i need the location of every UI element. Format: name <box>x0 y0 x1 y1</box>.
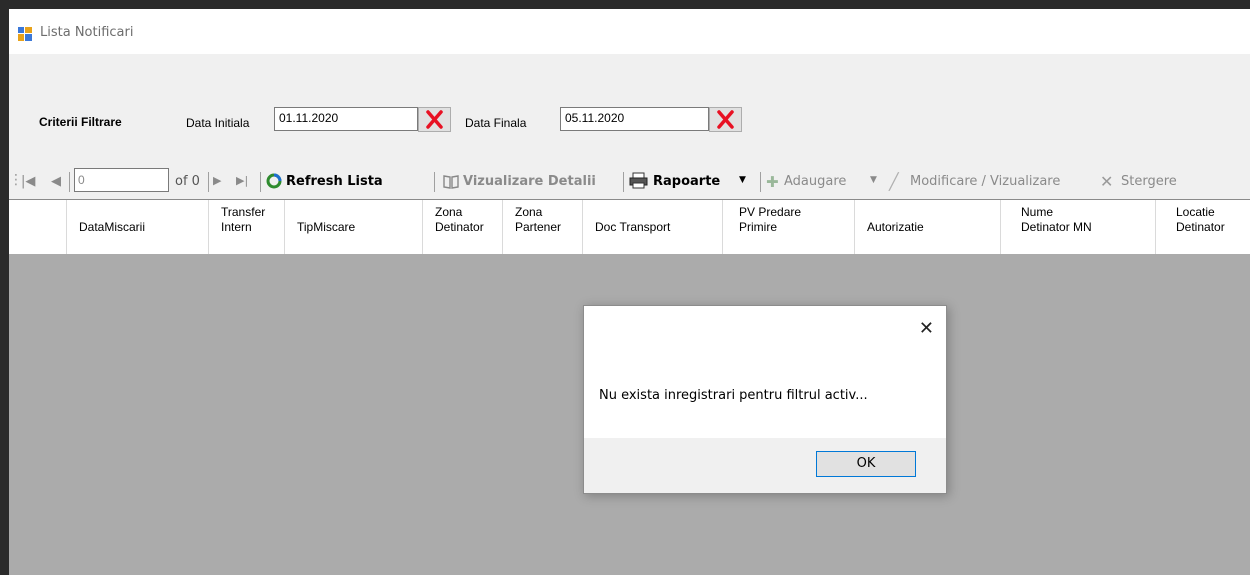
column-header[interactable]: Nume Detinator MN <box>1001 200 1156 254</box>
toolbar-separator <box>434 172 435 192</box>
column-header[interactable]: TipMiscare <box>285 200 423 254</box>
move-next-icon[interactable]: ▶ <box>213 174 221 187</box>
position-input[interactable]: 0 <box>74 168 169 192</box>
clear-start-date-icon <box>426 110 443 129</box>
delete-label: Stergere <box>1121 174 1177 189</box>
column-header[interactable]: Doc Transport <box>583 200 723 254</box>
dialog-message: Nu exista inregistrari pentru filtrul ac… <box>599 388 868 403</box>
title-bar: Lista Notificari <box>9 9 1250 54</box>
toolbar-separator <box>69 172 70 192</box>
column-header[interactable]: Zona Partener <box>503 200 583 254</box>
column-header[interactable]: Zona Detinator <box>423 200 503 254</box>
pencil-icon: ╱ <box>889 172 899 191</box>
clear-end-date-icon <box>717 110 734 129</box>
refresh-button[interactable]: Refresh Lista <box>266 164 431 196</box>
chevron-down-icon: ▼ <box>739 175 746 185</box>
clear-end-date-button[interactable] <box>709 107 742 132</box>
refresh-label: Refresh Lista <box>286 174 383 189</box>
edit-view-label: Modificare / Vizualizare <box>910 174 1061 189</box>
window-title: Lista Notificari <box>40 25 134 40</box>
main-window: Lista Notificari Criterii Filtrare Data … <box>9 9 1250 575</box>
plus-icon: ✚ <box>766 173 779 191</box>
toolbar-separator <box>760 172 761 192</box>
add-label: Adaugare <box>784 174 847 189</box>
start-date-label: Data Initiala <box>186 116 250 130</box>
reports-dropdown-button[interactable]: Rapoarte ▼ <box>629 164 754 196</box>
column-header[interactable]: PV Predare Primire <box>723 200 855 254</box>
details-button[interactable]: Vizualizare Detalii <box>443 164 623 196</box>
column-header[interactable]: DataMiscarii <box>67 200 209 254</box>
toolbar-separator <box>208 172 209 192</box>
close-icon[interactable]: ✕ <box>919 318 934 339</box>
refresh-icon <box>266 173 282 189</box>
delete-x-icon: ✕ <box>1100 172 1114 191</box>
ok-button[interactable]: OK <box>816 451 916 477</box>
column-header[interactable]: Autorizatie <box>855 200 1001 254</box>
grid-header: DataMiscarii Transfer Intern TipMiscare … <box>9 199 1250 255</box>
message-dialog: ✕ Nu exista inregistrari pentru filtrul … <box>583 305 947 494</box>
chevron-down-icon: ▼ <box>870 175 877 185</box>
binding-navigator-toolbar: ⋮ |◀ ◀ 0 of 0 ▶ ▶| Refresh Lista Vizuali… <box>9 164 1250 196</box>
toolbar-separator <box>623 172 624 192</box>
filter-section-label: Criterii Filtrare <box>39 115 122 129</box>
app-icon <box>18 26 32 45</box>
row-header-corner <box>9 200 67 254</box>
clear-start-date-button[interactable] <box>418 107 451 132</box>
edit-view-button[interactable]: ╱ Modificare / Vizualizare <box>889 164 1094 196</box>
printer-icon <box>629 172 648 189</box>
toolbar-separator <box>260 172 261 192</box>
move-last-icon[interactable]: ▶| <box>236 174 248 187</box>
column-header[interactable]: Transfer Intern <box>209 200 285 254</box>
end-date-input[interactable]: 05.11.2020 <box>560 107 709 131</box>
start-date-input[interactable]: 01.11.2020 <box>274 107 418 131</box>
add-button[interactable]: ✚ Adaugare ▼ <box>766 164 881 196</box>
delete-button[interactable]: ✕ Stergere <box>1100 164 1210 196</box>
details-label: Vizualizare Detalii <box>463 174 596 189</box>
reports-label: Rapoarte <box>653 174 721 189</box>
dialog-footer: OK <box>584 438 946 493</box>
column-header[interactable]: Locatie Detinator <box>1156 200 1250 254</box>
book-icon <box>443 175 459 189</box>
end-date-label: Data Finala <box>465 116 527 130</box>
move-previous-icon[interactable]: ◀ <box>51 174 61 189</box>
record-count-label: of 0 <box>175 174 200 189</box>
move-first-icon[interactable]: |◀ <box>21 174 35 189</box>
